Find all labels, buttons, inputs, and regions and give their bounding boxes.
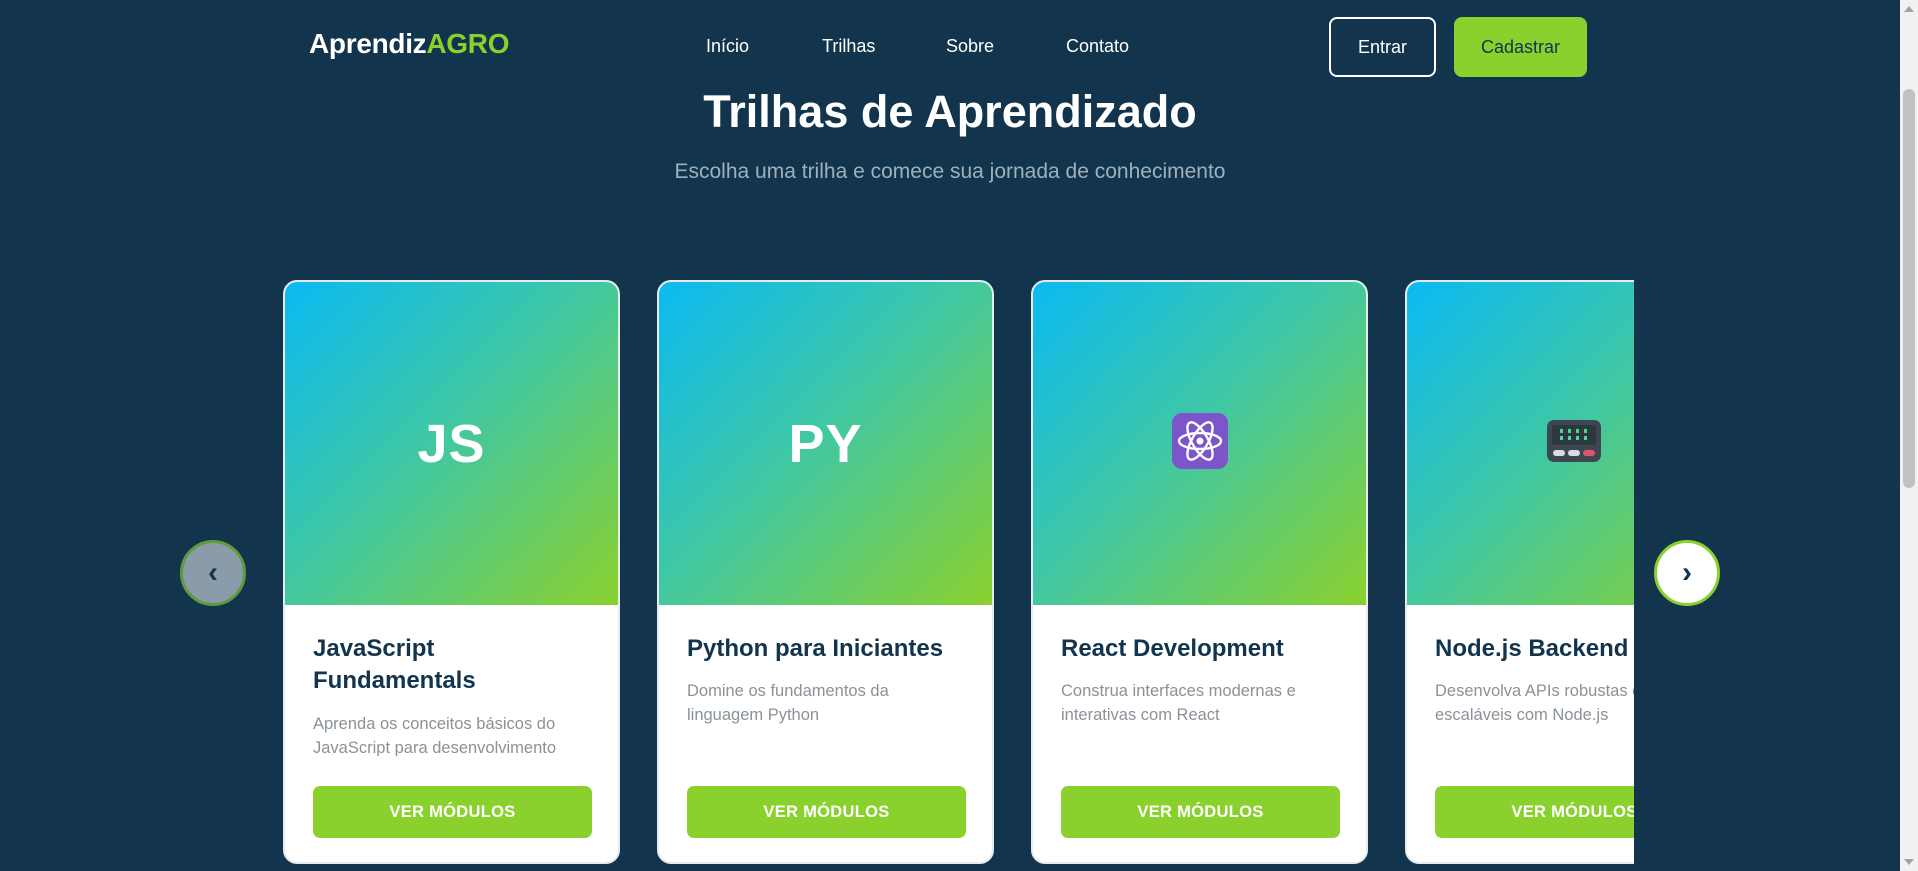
atom-icon xyxy=(1171,412,1229,475)
card-body: Python para Iniciantes Domine os fundame… xyxy=(659,605,992,862)
nav-link-trilhas[interactable]: Trilhas xyxy=(822,36,875,57)
pager-icon xyxy=(1546,419,1602,468)
card-body: Node.js Backend Desenvolva APIs robustas… xyxy=(1407,605,1634,862)
card-description: Construa interfaces modernas e interativ… xyxy=(1061,682,1296,724)
page-title: Trilhas de Aprendizado xyxy=(703,86,1197,137)
nav-link-inicio[interactable]: Início xyxy=(706,36,749,57)
card-banner xyxy=(1033,282,1366,605)
card-title: JavaScript Fundamentals xyxy=(313,635,476,694)
logo[interactable]: AprendizAGRO xyxy=(309,28,510,60)
view-modules-button[interactable]: VER MÓDULOS xyxy=(687,786,966,838)
trails-carousel: JS JavaScript Fundamentals Aprenda os co… xyxy=(280,276,1634,871)
login-button[interactable]: Entrar xyxy=(1329,17,1436,77)
logo-text: Aprendiz xyxy=(309,28,427,59)
view-modules-button[interactable]: VER MÓDULOS xyxy=(313,786,592,838)
trail-card-python: PY Python para Iniciantes Domine os fund… xyxy=(657,280,994,864)
js-icon: JS xyxy=(417,413,486,474)
trail-card-react: React Development Construa interfaces mo… xyxy=(1031,280,1368,864)
carousel-prev-button[interactable]: ‹ xyxy=(180,540,246,606)
signup-button[interactable]: Cadastrar xyxy=(1454,17,1587,77)
view-modules-button[interactable]: VER MÓDULOS xyxy=(1061,786,1340,838)
page-scrollbar[interactable] xyxy=(1900,0,1918,871)
card-description: Aprenda os conceitos básicos do JavaScri… xyxy=(313,715,557,756)
trail-card-javascript: JS JavaScript Fundamentals Aprenda os co… xyxy=(283,280,620,864)
card-description: Domine os fundamentos da linguagem Pytho… xyxy=(687,682,889,724)
nav-link-sobre[interactable]: Sobre xyxy=(946,36,994,57)
nav-link-contato[interactable]: Contato xyxy=(1066,36,1129,57)
scroll-up-arrow-icon[interactable] xyxy=(1904,6,1914,12)
card-banner: PY xyxy=(659,282,992,605)
py-icon: PY xyxy=(788,413,863,474)
trail-card-nodejs: Node.js Backend Desenvolva APIs robustas… xyxy=(1405,280,1634,864)
card-banner: JS xyxy=(285,282,618,605)
card-body: React Development Construa interfaces mo… xyxy=(1033,605,1366,862)
card-title: Node.js Backend xyxy=(1435,635,1629,662)
card-banner xyxy=(1407,282,1634,605)
scroll-down-arrow-icon[interactable] xyxy=(1904,859,1914,865)
carousel-next-button[interactable]: › xyxy=(1654,540,1720,606)
card-title: Python para Iniciantes xyxy=(687,635,944,662)
scroll-thumb[interactable] xyxy=(1903,89,1915,488)
card-description: Desenvolva APIs robustas e escaláveis co… xyxy=(1435,682,1634,724)
card-title: React Development xyxy=(1061,635,1284,662)
view-modules-button[interactable]: VER MÓDULOS xyxy=(1435,786,1634,838)
page-subtitle: Escolha uma trilha e comece sua jornada … xyxy=(674,160,1226,183)
card-body: JavaScript Fundamentals Aprenda os conce… xyxy=(285,605,618,862)
logo-accent-text: AGRO xyxy=(426,28,510,59)
site-header: AprendizAGRO Início Trilhas Sobre Contat… xyxy=(0,0,1900,92)
